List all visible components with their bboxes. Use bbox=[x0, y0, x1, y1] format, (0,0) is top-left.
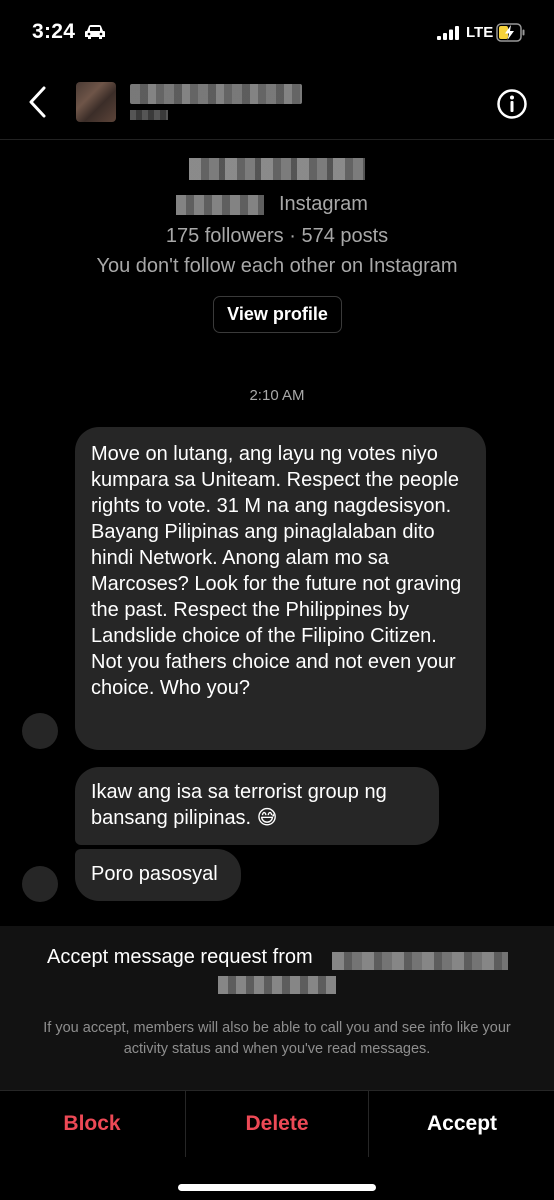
message-request-panel: Accept message request from If you accep… bbox=[0, 926, 554, 1090]
message-bubble[interactable]: Poro pasosyal bbox=[75, 849, 241, 901]
message-bubble[interactable]: Ikaw ang isa sa terrorist group ng bansa… bbox=[75, 767, 439, 845]
signal-bars-icon bbox=[437, 26, 459, 40]
redacted-username[interactable] bbox=[130, 84, 302, 104]
home-indicator[interactable] bbox=[178, 1184, 376, 1191]
delete-button[interactable]: Delete bbox=[185, 1091, 369, 1157]
redacted-requester-name bbox=[332, 952, 508, 970]
follow-status: You don't follow each other on Instagram bbox=[96, 255, 458, 277]
sender-avatar[interactable] bbox=[22, 866, 58, 902]
redacted-requester-name-continued bbox=[218, 976, 336, 994]
request-note: If you accept, members will also be able… bbox=[43, 1020, 511, 1057]
block-button[interactable]: Block bbox=[0, 1091, 184, 1157]
redacted-profile-name bbox=[189, 158, 365, 180]
message-timestamp: 2:10 AM bbox=[249, 387, 305, 404]
chat-header bbox=[0, 66, 554, 140]
profile-stats: 175 followers · 574 posts bbox=[165, 225, 389, 247]
network-label: LTE bbox=[466, 24, 494, 41]
sender-avatar[interactable] bbox=[22, 713, 58, 749]
redacted-profile-username bbox=[176, 195, 264, 215]
car-icon bbox=[85, 25, 105, 39]
view-profile-button[interactable]: View profile bbox=[213, 296, 342, 333]
chevron-left-icon[interactable] bbox=[22, 82, 54, 122]
redacted-subtitle bbox=[130, 110, 168, 120]
avatar[interactable] bbox=[76, 82, 116, 122]
request-title: Accept message request from bbox=[47, 946, 313, 968]
accept-button[interactable]: Accept bbox=[370, 1091, 554, 1157]
battery-charging-icon bbox=[496, 23, 525, 42]
profile-platform: Instagram bbox=[279, 193, 368, 215]
action-bar: Block Delete Accept bbox=[0, 1090, 554, 1200]
message-bubble[interactable]: Move on lutang, ang layu ng votes niyo k… bbox=[75, 427, 486, 750]
status-bar: 3:24 LTE bbox=[0, 0, 554, 66]
info-icon[interactable] bbox=[496, 88, 528, 120]
status-time: 3:24 bbox=[32, 20, 76, 43]
